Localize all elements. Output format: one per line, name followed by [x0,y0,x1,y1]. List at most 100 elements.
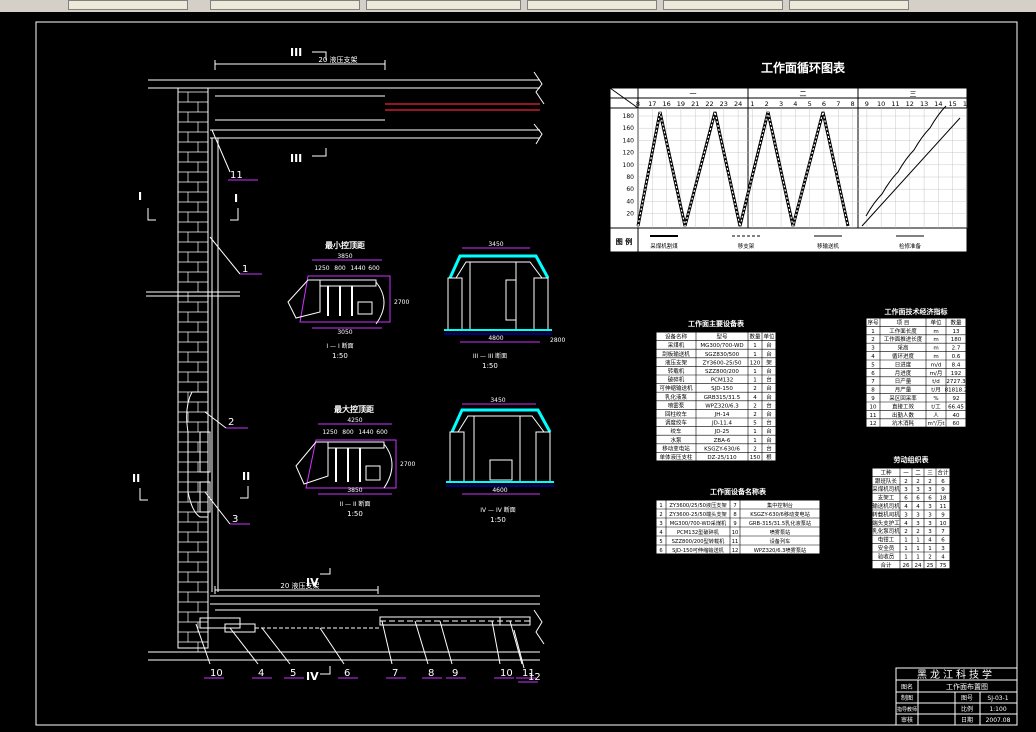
table-cell: WPZ320/6.3喷雾泵站 [754,546,806,554]
table-cell: 台 [766,419,772,427]
svg-text:最小控顶距: 最小控顶距 [325,240,365,250]
toolbar-tab-2[interactable] [210,0,360,10]
table-cell: 1 [753,438,757,444]
table-cell: SZZ800/200型转载机 [672,537,726,545]
table-cell: 4 [871,354,875,360]
shearer [186,391,209,518]
svg-text:I — I 断面: I — I 断面 [326,342,353,350]
table-cell: 9 [941,512,945,518]
callout-12: 12 [528,672,541,683]
toolbar-tab-4[interactable] [527,0,657,10]
table-cell: 1 [916,554,920,560]
table-cell: 设备列车 [770,537,791,545]
table-header-cell: 型号 [716,333,728,341]
table-cell: 喷雾泵站 [770,528,791,536]
svg-text:3: 3 [232,514,238,525]
table-cell: GRB315/31.5 [704,395,741,401]
svg-text:I: I [234,192,238,205]
table-header-cell: 三 [927,469,933,476]
svg-text:3050: 3050 [337,329,352,336]
table-cell: 150 [750,455,761,461]
table-cell: 工作面长度 [889,327,917,335]
table-cell: ZY3600/25/50液压支架 [669,501,726,509]
table-cell: 台 [766,376,772,384]
table-cell: 4 [928,538,932,544]
cad-drawing[interactable]: 20 液压支架 20 液压支架 III III I I II II IV IV … [0,12,1036,732]
callout-7: 7 [392,668,398,679]
svg-text:3850: 3850 [337,253,352,260]
table-cell: 2 [871,337,875,343]
table-cell: 4 [904,504,908,510]
table-cell: m [933,329,938,335]
svg-text:1:50: 1:50 [482,362,498,370]
svg-text:SJ-03-1: SJ-03-1 [987,695,1008,702]
svg-text:3850: 3850 [347,487,362,494]
table-cell: 台 [766,341,772,349]
support-label-top: 20 液压支架 [318,55,357,64]
svg-text:1: 1 [242,264,248,275]
hour-label: 5 [808,100,812,108]
table-cell: 刮板输送机 [662,350,690,358]
callout-5: 5 [290,668,296,679]
toolbar-tab-6[interactable] [789,0,909,10]
hour-label: 4 [793,100,797,108]
table-cell: 6 [871,371,875,377]
table-cell: 液压支架 [665,358,688,366]
table-cell: 192 [951,371,962,377]
table-cell: 日产量 [895,377,912,385]
table-header-cell: 数量 [749,333,761,341]
table-cell: SGZ830/500 [705,352,740,358]
hour-label: 1 [750,100,754,108]
table-cell: 1 [753,343,757,349]
table-cell: 12 [732,548,739,554]
table-cell: JH-14 [714,412,730,418]
hour-label: 10 [877,100,885,108]
callout-8: 8 [428,668,434,679]
table-cell: 3 [928,512,932,518]
svg-text:II — II 断面: II — II 断面 [340,500,371,508]
table-cell: m³/万t [927,420,945,427]
table-cell: 11 [870,413,877,419]
svg-text:1250: 1250 [322,429,337,436]
toolbar-tab-3[interactable] [366,0,521,10]
table-cell: 喷雾泵 [668,401,685,409]
table-cell: 10 [940,521,947,527]
table-cell: 11 [732,539,739,545]
ytick-label: 140 [623,137,635,144]
table-cell: 4 [916,504,920,510]
table-cell: 1 [753,369,757,375]
section-3: 3450 4800 2800 III — III 断面 1:50 [444,241,565,370]
table-header-cell: 二 [915,470,921,476]
table-header-cell: 序号 [867,318,879,326]
table-cell: 5 [659,539,662,545]
table-cell: 电钳工 [878,536,895,544]
table-cell: 10 [732,530,739,536]
table-cell: ZY3600-25/50 [703,360,742,366]
svg-text:IV: IV [306,576,319,589]
table-cell: 12 [870,421,877,427]
table-cell: 1 [659,503,662,509]
hour-label: 16 [662,100,670,108]
table-cell: 绞车 [670,427,682,435]
toolbar-tab-1[interactable] [68,0,188,10]
table-cell: 1 [916,546,920,552]
table-cell: 台 [766,410,772,418]
table-header-cell: 项 目 [897,319,910,326]
table-title: 工作面设备名称表 [710,487,767,496]
table-cell: 1 [871,329,875,335]
table-cell: 2 [659,512,662,518]
hour-label: 22 [705,100,713,108]
table-cell: 采区回采率 [889,394,917,402]
table-cell: m/月 [930,370,943,377]
table-cell: 2 [753,412,757,418]
hour-label: 6 [822,100,826,108]
table-header-cell: 设备名称 [665,333,688,341]
table-cell: 2 [904,529,908,535]
table-cell: 坑木消耗 [892,419,915,427]
table-cell: 81818.2 [945,388,968,394]
svg-text:I: I [138,190,142,203]
ytick-label: 180 [623,113,635,120]
toolbar-tab-5[interactable] [663,0,783,10]
svg-text:III — III 断面: III — III 断面 [473,352,507,360]
table-cell: 9 [871,396,875,402]
